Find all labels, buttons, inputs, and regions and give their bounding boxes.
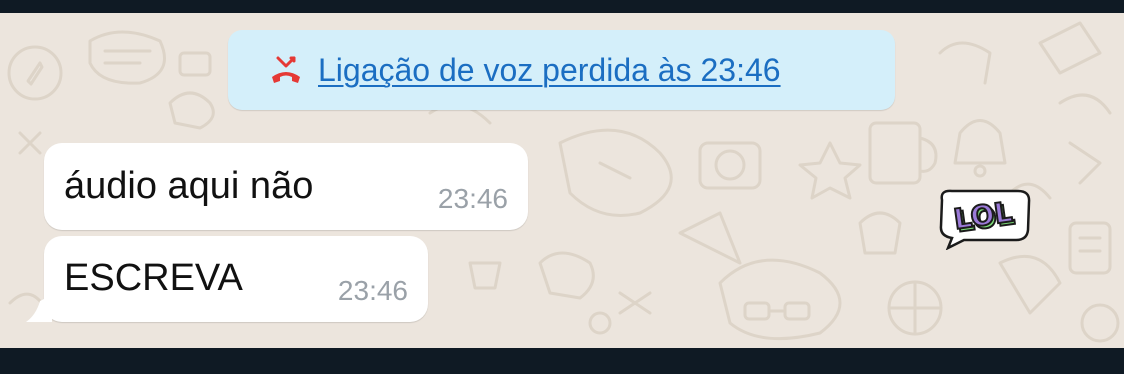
message-text: ESCREVA: [64, 257, 243, 299]
message-text: áudio aqui não: [64, 165, 314, 207]
chat-screen: Ligação de voz perdida às 23:46 áudio aq…: [0, 0, 1124, 374]
lol-sticker[interactable]: LOL LOL: [934, 186, 1034, 250]
missed-call-link[interactable]: Ligação de voz perdida às 23:46: [318, 52, 781, 89]
bubble-tail: [26, 295, 52, 322]
bottom-bar: [0, 348, 1124, 374]
message-timestamp: 23:46: [337, 275, 408, 306]
message-bubble[interactable]: ESCREVA 23:46: [44, 236, 428, 322]
missed-call-notice[interactable]: Ligação de voz perdida às 23:46: [228, 30, 895, 110]
message-bubble[interactable]: áudio aqui não 23:46: [44, 143, 528, 230]
missed-call-icon: [268, 52, 304, 88]
message-timestamp: 23:46: [437, 183, 508, 214]
top-bar: [0, 0, 1124, 13]
chat-area[interactable]: Ligação de voz perdida às 23:46 áudio aq…: [0, 13, 1124, 348]
